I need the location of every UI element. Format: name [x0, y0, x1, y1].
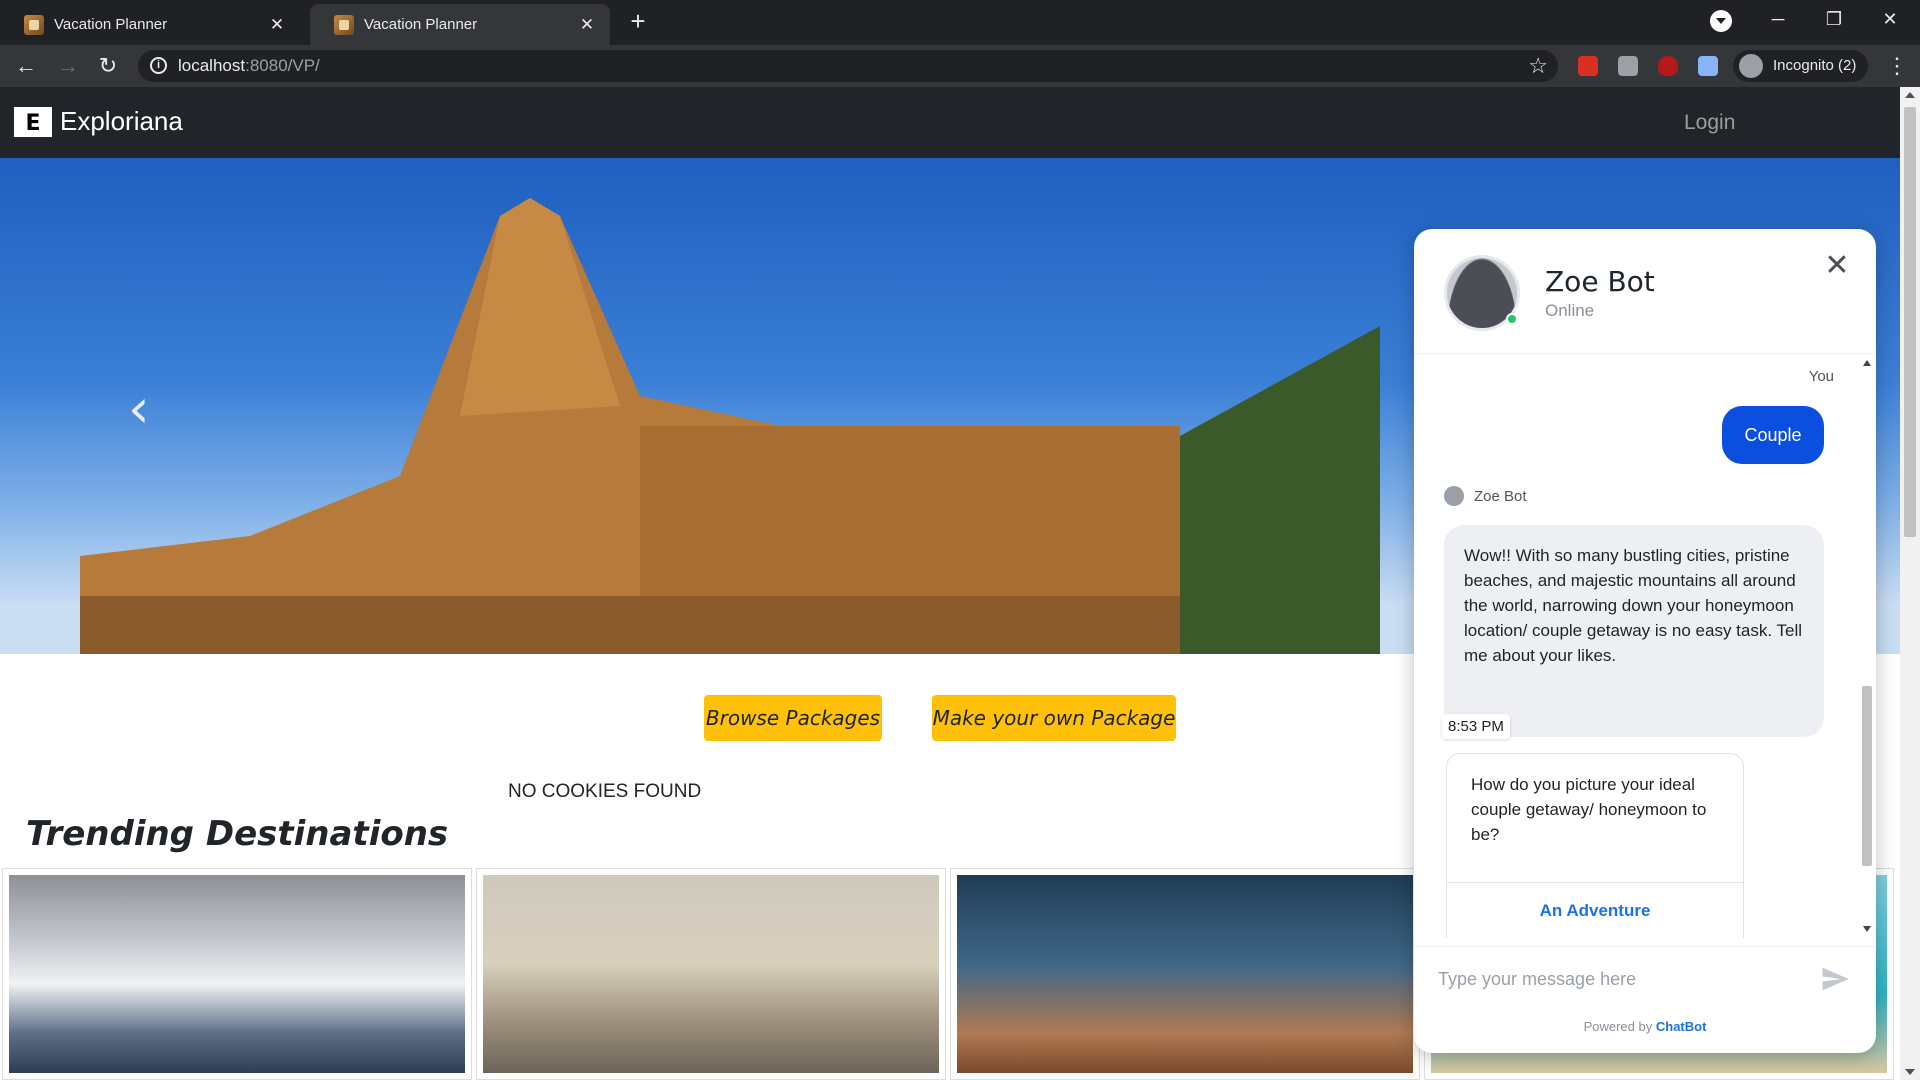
bookmark-star-icon[interactable]: ☆ [1528, 53, 1548, 79]
chatbot-link[interactable]: ChatBot [1656, 1019, 1707, 1034]
scroll-up-icon[interactable] [1905, 92, 1915, 98]
browse-packages-button[interactable]: Browse Packages [704, 695, 882, 741]
forward-icon[interactable]: → [54, 52, 82, 80]
maximize-icon[interactable]: ❐ [1806, 0, 1862, 40]
site-info-icon[interactable]: i [150, 57, 167, 74]
chat-header: Zoe Bot Online ✕ [1414, 229, 1876, 354]
window-close-icon[interactable]: ✕ [1862, 0, 1918, 40]
adblock-icon[interactable] [1578, 56, 1598, 76]
browser-toolbar: ← → ↻ i localhost:8080/VP/ ☆ Incognito (… [0, 45, 1920, 87]
browser-tab-active[interactable]: Vacation Planner ✕ [310, 4, 610, 45]
user-message-bubble: Couple [1722, 406, 1824, 464]
destination-card[interactable] [950, 868, 1420, 1080]
mountain-image [9, 875, 465, 1073]
destination-card[interactable] [2, 868, 472, 1080]
site-favicon-icon [334, 14, 354, 35]
message-input[interactable] [1438, 961, 1798, 997]
address-bar[interactable]: i localhost:8080/VP/ ☆ [138, 50, 1558, 82]
chat-widget: Zoe Bot Online ✕ You Couple Zoe Bot Wow!… [1414, 229, 1876, 1053]
ublock-icon[interactable] [1658, 56, 1678, 76]
carousel-prev-icon[interactable]: ‹ [128, 382, 150, 436]
brand-name: Exploriana [60, 106, 183, 136]
puzzle-icon[interactable] [1698, 56, 1718, 76]
browser-tab[interactable]: Vacation Planner ✕ [0, 4, 300, 45]
tab-close-icon[interactable]: ✕ [266, 14, 288, 36]
quick-reply-adventure[interactable]: An Adventure [1447, 882, 1743, 938]
login-link[interactable]: Login [1684, 111, 1735, 135]
bot-question-card: How do you picture your ideal couple get… [1446, 753, 1744, 938]
cookies-notice: NO COOKIES FOUND [508, 781, 702, 802]
minimize-icon[interactable]: ─ [1750, 0, 1806, 40]
scrollbar-thumb[interactable] [1904, 107, 1916, 537]
chat-close-icon[interactable]: ✕ [1822, 251, 1852, 281]
section-title: Trending Destinations [26, 814, 449, 854]
powered-by: Powered by ChatBot [1583, 1019, 1707, 1034]
message-timestamp: 8:53 PM [1442, 714, 1510, 739]
bot-message-bubble: Wow!! With so many bustling cities, pris… [1444, 525, 1824, 737]
online-status-dot [1506, 313, 1518, 325]
temple-image [80, 198, 1380, 654]
back-icon[interactable]: ← [12, 52, 40, 80]
chat-scrollbar[interactable] [1860, 358, 1874, 934]
site-favicon-icon [24, 14, 44, 35]
brand[interactable]: E Exploriana [14, 106, 183, 137]
city-skyline-image [483, 875, 939, 1073]
chat-scroll-down-icon[interactable] [1863, 926, 1871, 932]
page-scrollbar[interactable] [1900, 87, 1920, 1080]
tab-search-icon[interactable] [1710, 10, 1732, 32]
tab-title: Vacation Planner [54, 16, 168, 33]
bot-status: Online [1545, 301, 1595, 320]
destination-card[interactable] [476, 868, 946, 1080]
question-text: How do you picture your ideal couple get… [1471, 775, 1707, 844]
scroll-down-icon[interactable] [1905, 1069, 1915, 1075]
chat-messages[interactable]: You Couple Zoe Bot Wow!! With so many bu… [1414, 354, 1876, 938]
browser-tabstrip: Vacation Planner ✕ Vacation Planner ✕ + … [0, 0, 1920, 45]
tab-close-icon[interactable]: ✕ [576, 14, 598, 36]
reload-icon[interactable]: ↻ [94, 52, 122, 80]
sender-label-bot: Zoe Bot [1444, 486, 1527, 506]
chat-composer [1414, 946, 1876, 1012]
send-icon[interactable] [1820, 964, 1850, 994]
site-navbar: E Exploriana Login [0, 87, 1900, 158]
bot-mini-avatar-icon [1444, 486, 1464, 506]
sender-label-you: You [1808, 368, 1834, 385]
incognito-profile-button[interactable]: Incognito (2) [1733, 50, 1869, 82]
new-tab-icon[interactable]: + [624, 8, 652, 36]
browser-menu-icon[interactable]: ⋮ [1886, 53, 1908, 79]
incognito-icon [1739, 54, 1763, 78]
harbor-landmark-image [957, 875, 1413, 1073]
url-text[interactable]: localhost:8080/VP/ [178, 56, 320, 76]
make-package-button[interactable]: Make your own Package [932, 695, 1176, 741]
tab-title: Vacation Planner [364, 16, 478, 33]
brand-logo-icon: E [14, 106, 52, 137]
bot-name: Zoe Bot [1545, 265, 1655, 298]
chat-scrollbar-thumb[interactable] [1862, 686, 1872, 866]
chat-scroll-up-icon[interactable] [1863, 360, 1871, 366]
camera-icon[interactable] [1618, 56, 1638, 76]
